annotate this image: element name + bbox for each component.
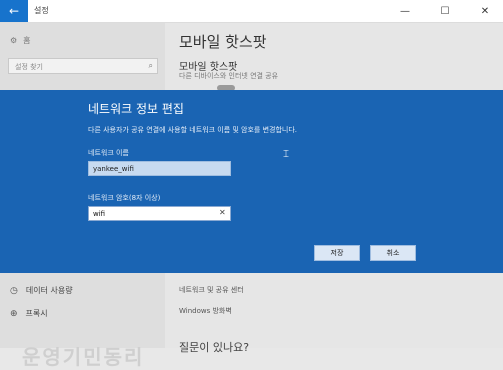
sidebar-home[interactable]: ⚙ 홈 bbox=[10, 35, 31, 46]
search-icon: ⌕ bbox=[148, 61, 153, 70]
network-password-label: 네트워크 암호(8자 이상) bbox=[88, 194, 161, 202]
mouse-cursor-icon: ⌶ bbox=[283, 149, 289, 160]
network-name-field[interactable]: yankee_wifi bbox=[88, 161, 231, 176]
minimize-button[interactable]: — bbox=[391, 0, 419, 22]
sidebar-item-label: 프록시 bbox=[25, 309, 48, 318]
home-icon: ⚙ bbox=[10, 36, 18, 45]
questions-heading: 질문이 있나요? bbox=[179, 341, 250, 354]
home-label: 홈 bbox=[23, 36, 31, 45]
dialog-description: 다른 사용자가 공유 연결에 사용할 네트워크 이름 및 암호를 변경합니다. bbox=[88, 126, 298, 134]
sidebar-item-data-usage[interactable]: ◷ 데이터 사용량 bbox=[10, 285, 73, 296]
title-bar: ← 설정 — ☐ ✕ bbox=[0, 0, 503, 23]
sidebar-item-proxy[interactable]: ⊕ 프록시 bbox=[10, 308, 48, 319]
cancel-button[interactable]: 취소 bbox=[370, 245, 416, 261]
network-sharing-center-link[interactable]: 네트워크 및 공유 센터 bbox=[179, 285, 244, 295]
clear-icon[interactable]: ✕ bbox=[219, 208, 226, 217]
search-placeholder: 설정 찾기 bbox=[15, 63, 43, 71]
app-title: 설정 bbox=[34, 6, 49, 15]
sidebar-item-label: 데이터 사용량 bbox=[25, 286, 73, 295]
page-title: 모바일 핫스팟 bbox=[179, 33, 267, 51]
edit-network-dialog: 네트워크 정보 편집 다른 사용자가 공유 연결에 사용할 네트워크 이름 및 … bbox=[0, 90, 503, 273]
maximize-button[interactable]: ☐ bbox=[431, 0, 459, 22]
close-button[interactable]: ✕ bbox=[471, 0, 499, 22]
clock-icon: ◷ bbox=[10, 285, 18, 296]
network-name-label: 네트워크 이름 bbox=[88, 149, 129, 157]
watermark: 운영기민동리 bbox=[22, 345, 145, 369]
network-password-field[interactable]: wifi bbox=[88, 206, 231, 221]
globe-icon: ⊕ bbox=[10, 308, 18, 319]
back-arrow-icon[interactable]: ← bbox=[0, 0, 28, 22]
save-button[interactable]: 저장 bbox=[314, 245, 360, 261]
section-description: 다른 디바이스와 인터넷 연결 공유 bbox=[179, 72, 279, 80]
search-input[interactable]: 설정 찾기 ⌕ bbox=[8, 58, 158, 74]
windows-firewall-link[interactable]: Windows 방화벽 bbox=[179, 306, 232, 316]
dialog-title: 네트워크 정보 편집 bbox=[88, 102, 184, 116]
